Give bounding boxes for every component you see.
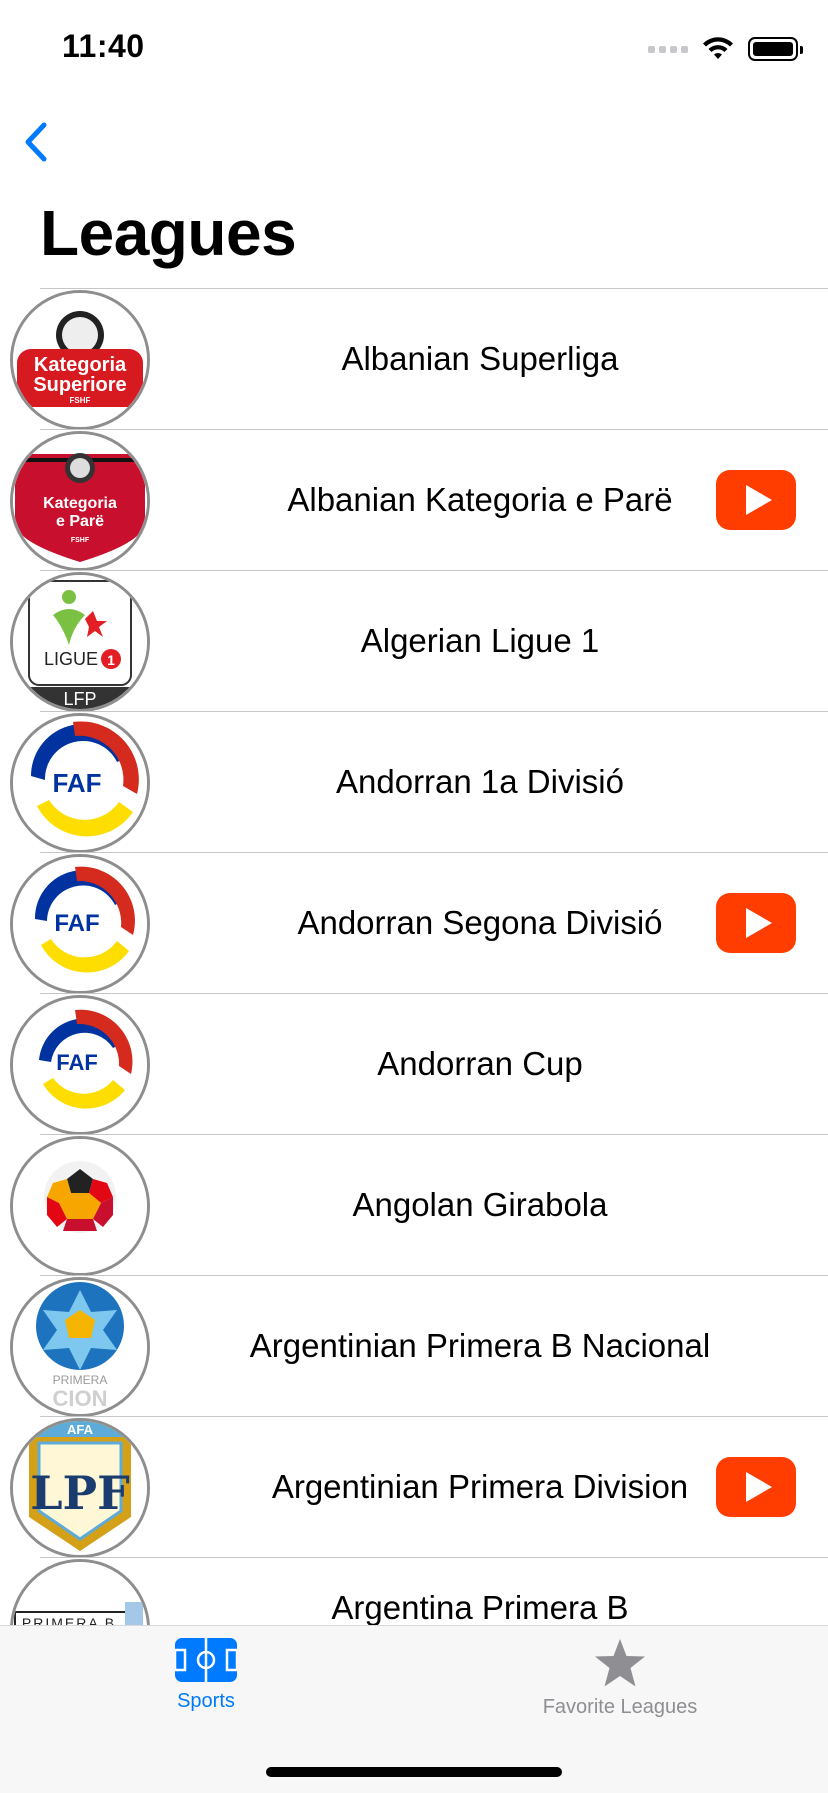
soccer-field-icon xyxy=(175,1638,237,1682)
tab-sports[interactable]: Sports xyxy=(56,1638,356,1713)
cellular-signal-icon xyxy=(648,45,688,53)
league-row[interactable]: PRIMERA CION Argentinian Primera B Nacio… xyxy=(10,1275,828,1417)
page-title: Leagues xyxy=(40,197,297,269)
league-name: Albanian Superliga xyxy=(341,340,619,377)
league-name: Argentina Primera B xyxy=(331,1589,629,1625)
back-button[interactable] xyxy=(22,118,62,166)
league-name: Argentinian Primera B Nacional xyxy=(249,1327,711,1364)
league-name: Angolan Girabola xyxy=(352,1186,608,1223)
league-name: Andorran Segona Divisió xyxy=(297,904,663,941)
tab-label: Sports xyxy=(177,1690,235,1712)
star-icon xyxy=(595,1639,645,1687)
league-row[interactable]: FAF Andorran 1a Divisió xyxy=(10,711,828,853)
youtube-icon[interactable] xyxy=(716,470,796,530)
league-name: Argentinian Primera Division xyxy=(271,1468,689,1505)
league-name: Algerian Ligue 1 xyxy=(360,622,600,659)
wifi-icon xyxy=(703,37,733,59)
leagues-list[interactable]: Kategoria Superiore FSHF Albanian Superl… xyxy=(0,288,828,1625)
tab-favorite-leagues[interactable]: Favorite Leagues xyxy=(470,1638,770,1719)
league-row[interactable]: Angolan Girabola xyxy=(10,1134,828,1276)
league-row[interactable]: PRIMERA B Argentina Primera B xyxy=(10,1557,828,1625)
league-row[interactable]: Kategoria e Parë FSHF Albanian Kategoria… xyxy=(10,429,828,571)
status-bar: 11:40 xyxy=(0,0,828,100)
chevron-left-icon xyxy=(25,122,47,162)
tab-label: Favorite Leagues xyxy=(542,1696,698,1718)
status-icons xyxy=(648,34,803,64)
league-row[interactable]: Kategoria Superiore FSHF Albanian Superl… xyxy=(10,288,828,430)
league-row[interactable]: AFA LPF Argentinian Primera Division xyxy=(10,1416,828,1558)
league-row[interactable]: FAF Andorran Segona Divisió xyxy=(10,852,828,994)
battery-icon xyxy=(748,37,803,61)
league-name: Andorran Cup xyxy=(377,1045,583,1082)
home-indicator xyxy=(266,1767,562,1777)
youtube-icon[interactable] xyxy=(716,893,796,953)
league-name: Andorran 1a Divisió xyxy=(336,763,624,800)
status-time: 11:40 xyxy=(62,28,145,64)
league-name: Albanian Kategoria e Parë xyxy=(287,481,673,518)
youtube-icon[interactable] xyxy=(716,1457,796,1517)
tab-bar: Sports Favorite Leagues xyxy=(0,1625,828,1793)
league-row[interactable]: FAF Andorran Cup xyxy=(10,993,828,1135)
league-row[interactable]: LIGUE 1 LFP Algerian Ligue 1 xyxy=(10,570,828,712)
